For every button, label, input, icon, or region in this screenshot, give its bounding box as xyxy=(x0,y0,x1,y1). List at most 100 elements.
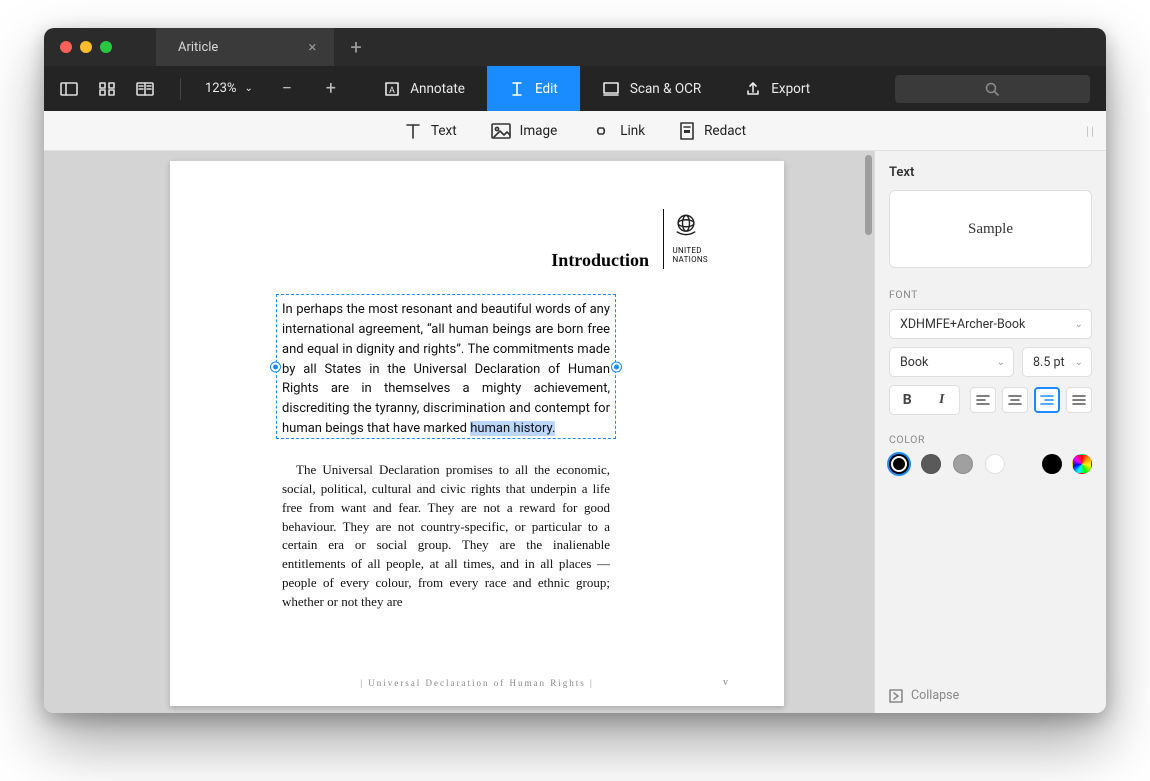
align-right-button[interactable] xyxy=(1034,387,1060,413)
document-canvas[interactable]: UNITEDNATIONS Introduction In perhaps th… xyxy=(44,151,874,713)
link-label: Link xyxy=(620,123,645,139)
paragraph-2[interactable]: The Universal Declaration promises to al… xyxy=(282,461,610,612)
maximize-window-button[interactable] xyxy=(100,41,112,53)
workspace: UNITEDNATIONS Introduction In perhaps th… xyxy=(44,151,1106,713)
collapse-panel-button[interactable]: Collapse xyxy=(889,678,1092,703)
style-group: B I xyxy=(889,385,960,415)
color-picker-icon[interactable] xyxy=(1072,454,1092,474)
search-input[interactable] xyxy=(895,75,1090,103)
scan-ocr-mode-button[interactable]: Scan & OCR xyxy=(580,66,723,111)
un-text: UNITEDNATIONS xyxy=(672,247,708,265)
app-window: Ariticle × + 123% ⌄ − + A xyxy=(44,28,1106,713)
text-color-row xyxy=(889,454,1092,474)
search-icon xyxy=(985,82,999,96)
zoom-out-button[interactable]: − xyxy=(277,78,297,99)
redact-button[interactable]: Redact xyxy=(679,122,746,140)
close-window-button[interactable] xyxy=(60,41,72,53)
image-label: Image xyxy=(520,123,558,139)
font-sample-preview: Sample xyxy=(889,190,1092,268)
font-section-label: FONT xyxy=(889,288,1092,301)
align-left-button[interactable] xyxy=(970,387,996,413)
main-toolbar: 123% ⌄ − + A Annotate Edit Scan & OCR Ex… xyxy=(44,66,1106,111)
color-swatch-white[interactable] xyxy=(985,454,1005,474)
toolbar-divider xyxy=(180,78,181,100)
font-size-dropdown[interactable]: 8.5 pt ⌄ xyxy=(1022,347,1092,377)
color-swatch-darkgrey[interactable] xyxy=(921,454,941,474)
font-size-value: 8.5 pt xyxy=(1033,355,1065,370)
edit-sub-toolbar: Text Image Link Redact || xyxy=(44,111,1106,151)
add-link-button[interactable]: Link xyxy=(591,123,645,139)
export-mode-button[interactable]: Export xyxy=(723,66,832,111)
export-icon xyxy=(745,81,761,97)
fill-color-swatch[interactable] xyxy=(1042,454,1062,474)
window-controls xyxy=(44,41,112,53)
page-number: v xyxy=(723,677,728,688)
highlighted-text: human history. xyxy=(470,421,555,436)
edit-icon xyxy=(509,81,525,97)
minimize-window-button[interactable] xyxy=(80,41,92,53)
scan-label: Scan & OCR xyxy=(630,81,701,97)
toolbar-left-group: 123% ⌄ − + xyxy=(44,78,341,100)
chevron-down-icon: ⌄ xyxy=(1075,319,1083,330)
export-label: Export xyxy=(771,81,810,97)
italic-button[interactable]: I xyxy=(925,386,960,414)
color-swatch-lightgrey[interactable] xyxy=(953,454,973,474)
chevron-down-icon: ⌄ xyxy=(997,357,1005,368)
edit-mode-button[interactable]: Edit xyxy=(487,66,580,111)
selection-handle-left[interactable] xyxy=(271,362,280,371)
page-title: Introduction xyxy=(551,250,649,271)
align-center-button[interactable] xyxy=(1002,387,1028,413)
titlebar: Ariticle × + xyxy=(44,28,1106,66)
properties-panel: Text Sample FONT XDHMFE+Archer-Book ⌄ Bo… xyxy=(874,151,1106,713)
font-weight-value: Book xyxy=(900,355,928,370)
toolbar-right-group xyxy=(875,75,1106,103)
new-tab-button[interactable]: + xyxy=(334,35,377,59)
redact-label: Redact xyxy=(704,123,746,139)
zoom-control[interactable]: 123% ⌄ xyxy=(205,81,253,96)
add-image-button[interactable]: Image xyxy=(491,123,558,139)
alignment-group xyxy=(970,387,1092,413)
chevron-down-icon: ⌄ xyxy=(244,83,252,94)
font-family-value: XDHMFE+Archer-Book xyxy=(900,317,1025,332)
un-globe-icon xyxy=(672,211,700,239)
color-swatch-black[interactable] xyxy=(889,454,909,474)
page: UNITEDNATIONS Introduction In perhaps th… xyxy=(170,161,784,706)
font-weight-dropdown[interactable]: Book ⌄ xyxy=(889,347,1014,377)
reading-mode-icon[interactable] xyxy=(134,78,156,100)
zoom-in-button[interactable]: + xyxy=(321,78,341,99)
collapse-label: Collapse xyxy=(911,688,959,703)
panel-title: Text xyxy=(889,165,1092,180)
image-icon xyxy=(491,123,511,139)
zoom-value: 123% xyxy=(205,81,236,96)
close-tab-icon[interactable]: × xyxy=(308,38,316,56)
annotate-label: Annotate xyxy=(410,81,465,97)
scan-icon xyxy=(602,81,620,97)
text-label: Text xyxy=(431,123,457,139)
mode-switcher: A Annotate Edit Scan & OCR Export xyxy=(362,66,832,111)
annotate-mode-button[interactable]: A Annotate xyxy=(362,66,487,111)
sidebar-toggle-icon[interactable] xyxy=(58,78,80,100)
column-divider xyxy=(663,209,664,269)
vertical-scrollbar[interactable] xyxy=(865,155,872,235)
annotate-icon: A xyxy=(384,81,400,97)
link-icon xyxy=(591,123,611,139)
edit-label: Edit xyxy=(535,81,558,97)
selection-handle-right[interactable] xyxy=(612,362,621,371)
font-family-dropdown[interactable]: XDHMFE+Archer-Book ⌄ xyxy=(889,309,1092,339)
bold-button[interactable]: B xyxy=(890,386,925,414)
tab-title: Ariticle xyxy=(178,40,218,55)
add-text-button[interactable]: Text xyxy=(404,122,457,140)
un-logo-block: UNITEDNATIONS xyxy=(672,211,708,265)
collapse-icon xyxy=(889,689,903,703)
panel-drag-handle-icon[interactable]: || xyxy=(1086,124,1096,138)
text-icon xyxy=(404,122,422,140)
redact-icon xyxy=(679,122,695,140)
svg-text:A: A xyxy=(389,86,395,96)
align-justify-button[interactable] xyxy=(1066,387,1092,413)
page-footer: | Universal Declaration of Human Rights … xyxy=(170,678,784,688)
paragraph-1[interactable]: In perhaps the most resonant and beautif… xyxy=(282,300,610,439)
thumbnails-icon[interactable] xyxy=(96,78,118,100)
color-section-label: COLOR xyxy=(889,433,1092,446)
document-tab[interactable]: Ariticle × xyxy=(156,28,334,66)
chevron-down-icon: ⌄ xyxy=(1075,357,1083,368)
